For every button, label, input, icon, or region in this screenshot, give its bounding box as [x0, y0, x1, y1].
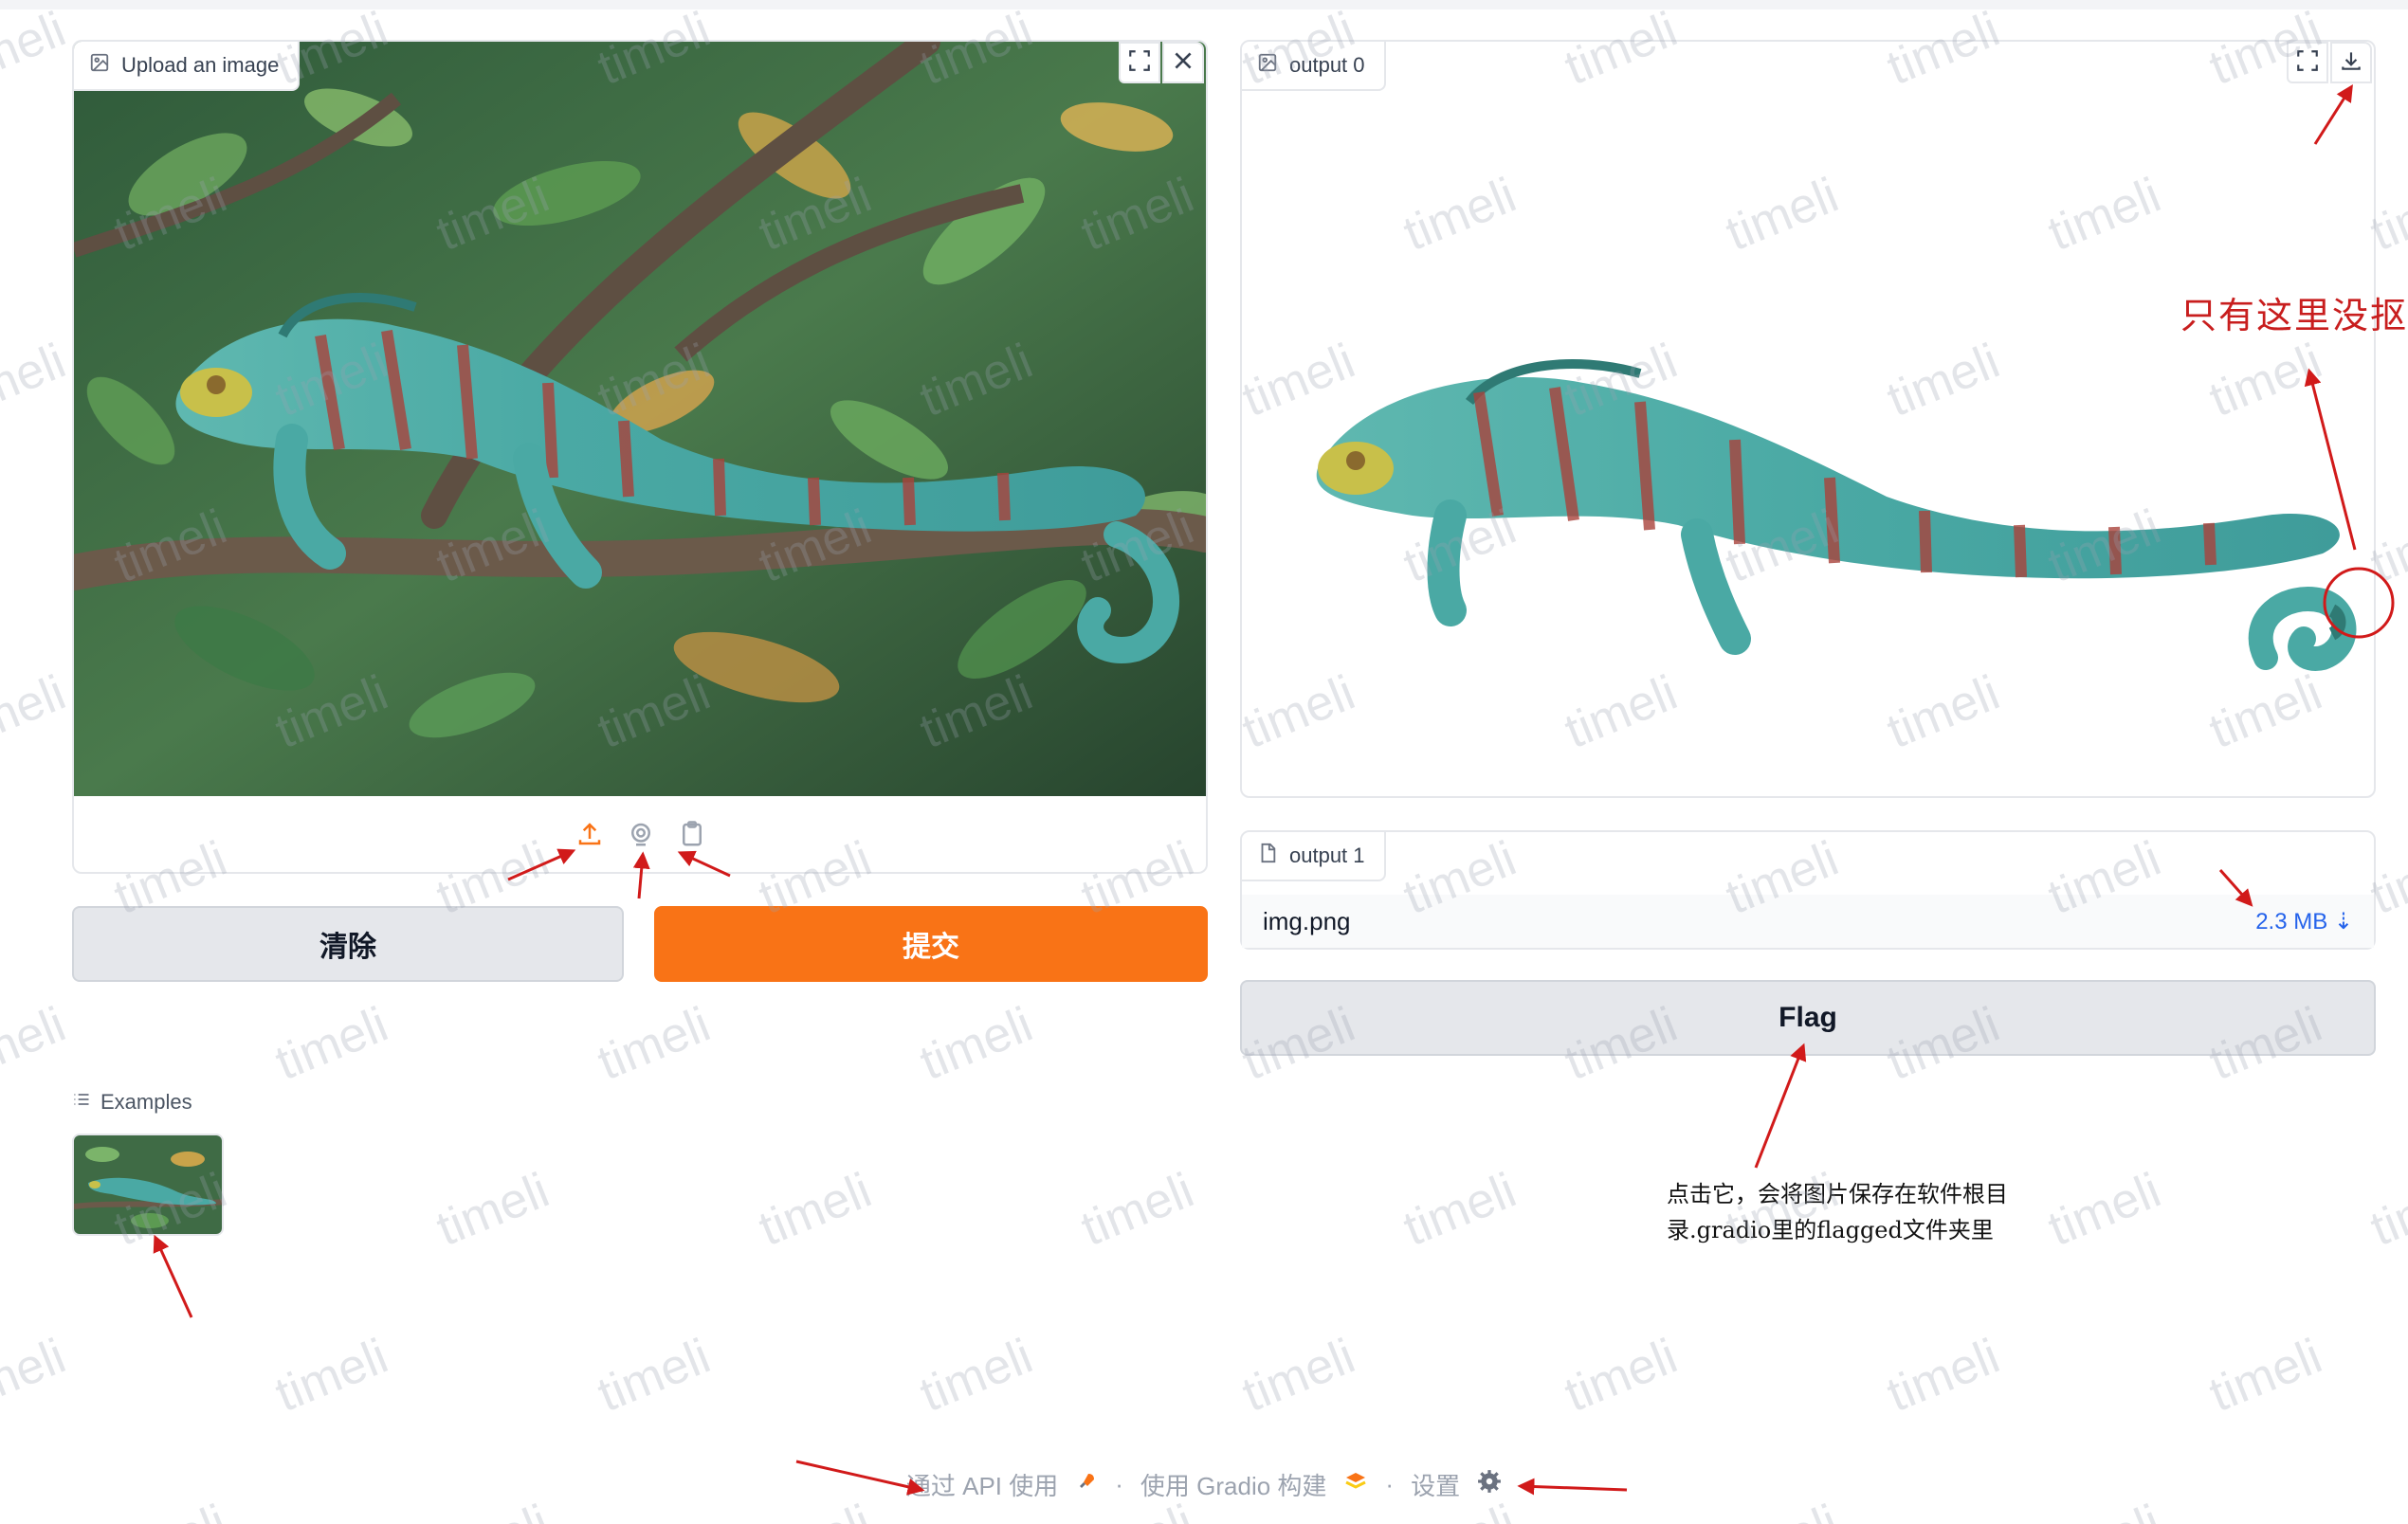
flag-button[interactable]: Flag	[1240, 980, 2376, 1056]
image-icon	[1257, 52, 1278, 79]
fullscreen-icon	[1127, 48, 1152, 78]
watermark-text: timeli	[0, 997, 73, 1091]
arrow-to-flag	[1754, 1043, 1807, 1169]
top-border	[0, 0, 2408, 9]
upload-icon	[575, 820, 604, 853]
watermark-text: timeli	[1880, 1329, 2007, 1423]
output-fullscreen-button[interactable]	[2287, 42, 2328, 83]
watermark-text: timeli	[0, 2, 73, 96]
file-row[interactable]: img.png 2.3 MB ⇣	[1242, 895, 2374, 948]
upload-source-button[interactable]	[571, 817, 609, 855]
watermark-text: timeli	[0, 1329, 73, 1423]
footer: 通过 API 使用 · 使用 Gradio 构建 · 设置	[0, 1467, 2408, 1502]
annotation-flag-note-2: 录.gradio里的flagged文件夹里	[1667, 1217, 1994, 1243]
watermark-text: timeli	[0, 334, 73, 427]
input-image	[74, 42, 1206, 796]
output0-label: output 0	[1289, 53, 1365, 77]
watermark-text: timeli	[591, 1329, 718, 1423]
watermark-text: timeli	[0, 665, 73, 759]
input-image-panel[interactable]: Upload an image	[72, 40, 1208, 874]
watermark-text: timeli	[1235, 1329, 1362, 1423]
watermark-text: timeli	[268, 997, 395, 1091]
clipboard-source-button[interactable]	[673, 817, 711, 855]
webcam-source-button[interactable]	[622, 817, 660, 855]
watermark-text: timeli	[1074, 1163, 1201, 1257]
list-icon	[72, 1090, 91, 1115]
gear-icon[interactable]	[1477, 1469, 1502, 1500]
image-icon	[89, 52, 110, 79]
rocket-icon	[1075, 1470, 1098, 1499]
clear-button[interactable]: 清除	[72, 906, 624, 982]
annotation-flag-note-1: 点击它，会将图片保存在软件根目	[1667, 1181, 2008, 1207]
api-link[interactable]: 通过 API 使用	[906, 1467, 1058, 1502]
watermark-text: timeli	[591, 997, 718, 1091]
clear-image-button[interactable]	[1162, 42, 1204, 83]
watermark-text: timeli	[429, 1163, 556, 1257]
watermark-text: timeli	[913, 1329, 1040, 1423]
file-size-download-link[interactable]: 2.3 MB ⇣	[2255, 908, 2353, 935]
example-thumbnail[interactable]	[72, 1134, 224, 1236]
input-label-chip: Upload an image	[74, 42, 301, 91]
watermark-text: timeli	[752, 1163, 879, 1257]
footer-separator: ·	[1115, 1470, 1123, 1498]
arrow-to-example	[153, 1234, 193, 1318]
watermark-text: timeli	[913, 997, 1040, 1091]
webcam-icon	[627, 820, 655, 853]
download-icon	[2339, 48, 2363, 78]
examples-header: Examples	[72, 1090, 192, 1115]
output1-label: output 1	[1289, 844, 1365, 867]
fullscreen-icon	[2295, 48, 2320, 78]
file-icon	[1257, 843, 1278, 869]
output-image	[1299, 307, 2370, 705]
download-button[interactable]	[2330, 42, 2372, 83]
watermark-text: timeli	[1396, 1163, 1523, 1257]
gradio-logo-icon	[1343, 1470, 1368, 1499]
settings-link[interactable]: 设置	[1411, 1467, 1460, 1502]
submit-button[interactable]: 提交	[654, 906, 1208, 982]
footer-separator-2: ·	[1385, 1470, 1395, 1498]
watermark-text: timeli	[2363, 1163, 2408, 1257]
input-label: Upload an image	[121, 53, 280, 77]
output1-label-chip: output 1	[1242, 832, 1386, 881]
output-image-panel: output 0	[1240, 40, 2376, 798]
close-icon	[1171, 48, 1195, 78]
clipboard-icon	[678, 820, 706, 853]
fullscreen-button[interactable]	[1119, 42, 1160, 83]
watermark-text: timeli	[268, 1329, 395, 1423]
file-name: img.png	[1263, 906, 1351, 935]
watermark-text: timeli	[2202, 1329, 2329, 1423]
annotation-not-removed: 只有这里没抠	[2180, 295, 2408, 336]
examples-label: Examples	[100, 1090, 192, 1114]
output0-label-chip: output 0	[1242, 42, 1386, 91]
watermark-text: timeli	[2041, 1163, 2168, 1257]
gradio-link[interactable]: 使用 Gradio 构建	[1140, 1467, 1327, 1502]
watermark-text: timeli	[1558, 1329, 1685, 1423]
